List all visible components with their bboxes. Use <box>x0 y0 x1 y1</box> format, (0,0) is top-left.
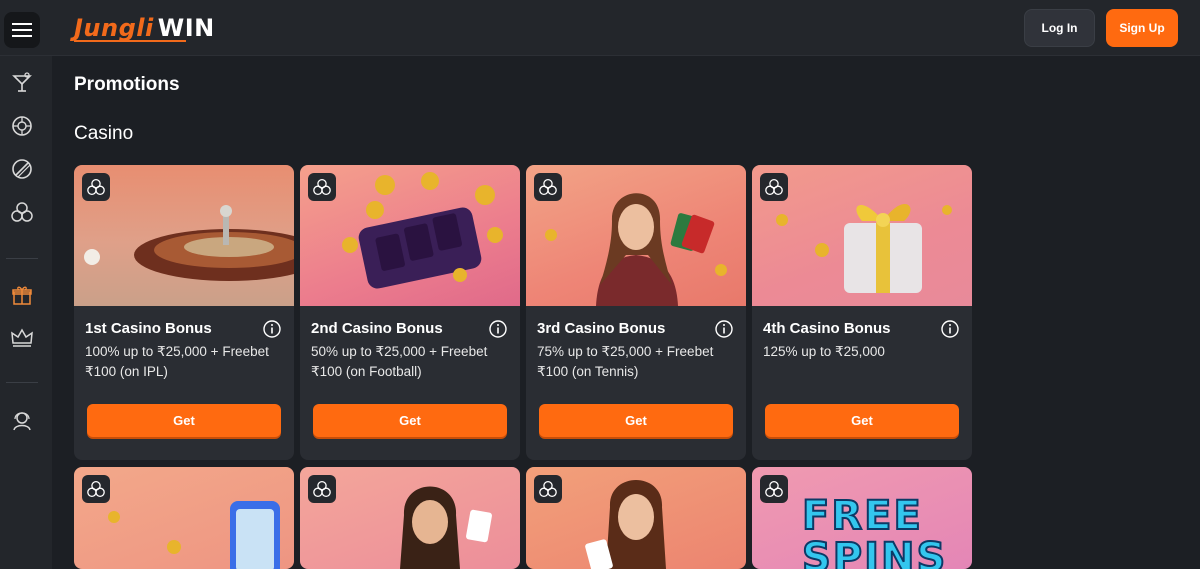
sidebar-divider <box>6 382 38 383</box>
promo-card <box>300 467 520 569</box>
promo-card <box>74 467 294 569</box>
cocktail-icon <box>12 72 32 92</box>
free-spins-text: FREE SPINS <box>801 493 948 569</box>
logo-underline <box>74 40 186 42</box>
promo-card-image[interactable]: FREE SPINS <box>752 467 972 569</box>
promo-card-image[interactable] <box>526 165 746 306</box>
casino-chips-badge <box>82 173 110 201</box>
casino-chips-icon <box>539 178 557 196</box>
info-icon[interactable] <box>941 320 959 338</box>
logo-part1: Jungli <box>74 14 154 42</box>
casino-chips-icon <box>539 480 557 498</box>
gift-icon <box>12 286 32 305</box>
promo-card: FREE SPINS <box>752 467 972 569</box>
sidebar-item-support[interactable] <box>9 407 35 433</box>
promo-card-description: 125% up to ₹25,000 <box>763 344 885 359</box>
promo-card-description: 100% up to ₹25,000 + Freebet ₹100 (on IP… <box>85 344 269 379</box>
casino-chips-badge <box>308 475 336 503</box>
sidebar-item-vip[interactable] <box>9 325 35 351</box>
info-icon[interactable] <box>715 320 733 338</box>
section-title: Casino <box>74 123 134 144</box>
signup-button[interactable]: Sign Up <box>1106 9 1178 47</box>
login-button[interactable]: Log In <box>1024 9 1095 47</box>
promo-card <box>526 467 746 569</box>
logo-part2: WIN <box>157 14 215 42</box>
header: Jungli WIN Log In Sign Up <box>0 0 1200 56</box>
casino-chips-badge <box>760 173 788 201</box>
sidebar-divider <box>6 258 38 259</box>
promo-card-title: 4th Casino Bonus <box>763 320 891 337</box>
crown-icon <box>11 328 33 347</box>
sidebar-item-casino[interactable] <box>9 199 35 225</box>
casino-chips-badge <box>82 475 110 503</box>
promo-card: 4th Casino Bonus 125% up to ₹25,000 Get <box>752 165 972 460</box>
promo-card-title: 3rd Casino Bonus <box>537 320 666 337</box>
sidebar-item-promotions[interactable] <box>9 282 35 308</box>
casino-chips-badge <box>534 173 562 201</box>
get-bonus-button[interactable]: Get <box>313 404 507 437</box>
promo-card-image[interactable] <box>300 165 520 306</box>
get-bonus-button[interactable]: Get <box>539 404 733 437</box>
casino-chips-badge <box>760 475 788 503</box>
sidebar <box>0 56 52 569</box>
menu-icon <box>12 23 32 37</box>
casino-chips-icon <box>11 202 33 222</box>
sidebar-item-cricket[interactable] <box>9 156 35 182</box>
casino-chips-badge <box>534 475 562 503</box>
logo[interactable]: Jungli WIN <box>74 10 215 46</box>
roulette-icon <box>12 116 32 136</box>
page-title: Promotions <box>74 74 180 95</box>
promo-card-image[interactable] <box>74 165 294 306</box>
get-bonus-button[interactable]: Get <box>87 404 281 437</box>
support-agent-icon <box>13 412 31 431</box>
promo-card: 2nd Casino Bonus 50% up to ₹25,000 + Fre… <box>300 165 520 460</box>
casino-chips-icon <box>313 480 331 498</box>
casino-chips-icon <box>87 480 105 498</box>
promo-card: 1st Casino Bonus 100% up to ₹25,000 + Fr… <box>74 165 294 460</box>
cricket-icon <box>12 159 32 179</box>
promo-card-image[interactable] <box>526 467 746 569</box>
casino-chips-badge <box>308 173 336 201</box>
promo-card-title: 2nd Casino Bonus <box>311 320 443 337</box>
get-bonus-button[interactable]: Get <box>765 404 959 437</box>
info-icon[interactable] <box>489 320 507 338</box>
sidebar-item-cocktail[interactable] <box>9 70 35 96</box>
casino-chips-icon <box>765 178 783 196</box>
promo-card-description: 75% up to ₹25,000 + Freebet ₹100 (on Ten… <box>537 344 714 379</box>
promo-card-title: 1st Casino Bonus <box>85 320 212 337</box>
promo-card-image[interactable] <box>74 467 294 569</box>
info-icon[interactable] <box>263 320 281 338</box>
promo-card-image[interactable] <box>300 467 520 569</box>
casino-chips-icon <box>765 480 783 498</box>
promo-card: 3rd Casino Bonus 75% up to ₹25,000 + Fre… <box>526 165 746 460</box>
casino-chips-icon <box>313 178 331 196</box>
casino-chips-icon <box>87 178 105 196</box>
promo-card-image[interactable] <box>752 165 972 306</box>
hamburger-menu-button[interactable] <box>4 12 40 48</box>
sidebar-item-roulette[interactable] <box>9 113 35 139</box>
promo-card-description: 50% up to ₹25,000 + Freebet ₹100 (on Foo… <box>311 344 488 379</box>
